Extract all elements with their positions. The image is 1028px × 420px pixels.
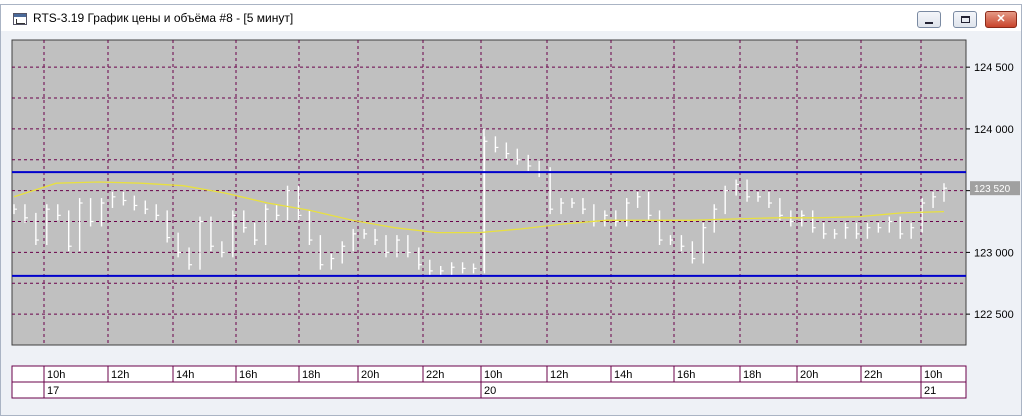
time-tick-label: 16h: [239, 369, 257, 381]
last-price-label: 123 520: [974, 184, 1011, 195]
time-tick-label: 10h: [924, 369, 942, 381]
y-tick-label: 122 500: [974, 309, 1014, 321]
time-tick-label: 18h: [743, 369, 761, 381]
date-label: 20: [484, 385, 496, 397]
time-tick-label: 10h: [47, 369, 65, 381]
time-tick-label: 12h: [111, 369, 129, 381]
price-chart[interactable]: 122 500123 000123 500124 000124 500 123 …: [0, 0, 1028, 420]
time-tick-label: 20h: [800, 369, 818, 381]
time-tick-label: 22h: [426, 369, 444, 381]
time-tick-label: 14h: [176, 369, 194, 381]
y-tick-label: 124 000: [974, 124, 1014, 136]
time-tick-label: 10h: [484, 369, 502, 381]
time-tick-label: 18h: [302, 369, 320, 381]
plot-area[interactable]: [11, 39, 967, 346]
time-tick-label: 12h: [550, 369, 568, 381]
time-axis: 10h 12h 14h 16h 18h 20h 22h 10h 12h 14h 16h 18h 20h 2…: [11, 365, 967, 399]
y-tick-label: 124 500: [974, 62, 1014, 74]
time-tick-label: 16h: [677, 369, 695, 381]
time-tick-label: 22h: [864, 369, 882, 381]
date-label: 21: [924, 385, 936, 397]
time-tick-label: 20h: [361, 369, 379, 381]
date-label: 17: [47, 385, 59, 397]
y-tick-label: 123 000: [974, 247, 1014, 259]
last-price-flag: 123 520: [970, 181, 1020, 196]
time-tick-label: 14h: [614, 369, 632, 381]
